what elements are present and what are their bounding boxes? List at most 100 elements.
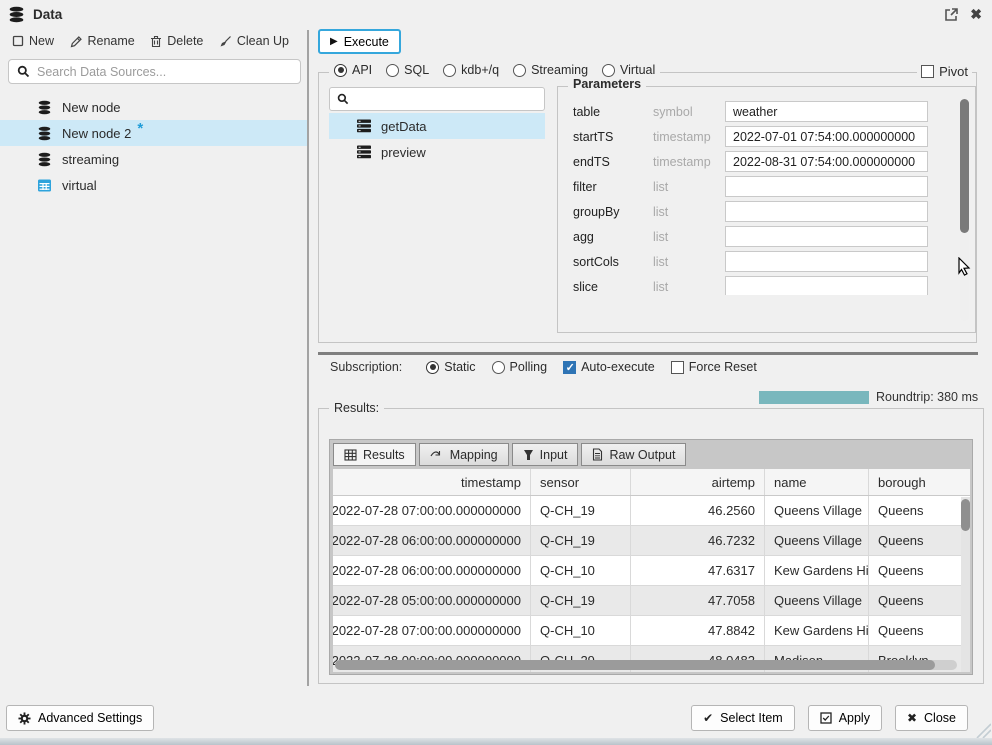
- function-label: preview: [381, 145, 426, 160]
- param-input-sortcols[interactable]: [725, 251, 928, 272]
- function-search-input[interactable]: [355, 92, 537, 107]
- tab-raw-output[interactable]: Raw Output: [581, 443, 686, 466]
- tree-item-streaming[interactable]: streaming: [0, 146, 307, 172]
- param-input-filter[interactable]: [725, 176, 928, 197]
- close-button[interactable]: ✖ Close: [895, 705, 968, 731]
- parameters-box: Parameters table symbol startTS timestam…: [557, 86, 976, 333]
- execute-button[interactable]: ▶ Execute: [318, 29, 401, 54]
- database-icon: [37, 100, 52, 115]
- source-type-virtual-radio[interactable]: Virtual: [602, 63, 655, 77]
- column-header-sensor[interactable]: sensor: [531, 469, 631, 495]
- roundtrip-label: Roundtrip: 380 ms: [876, 390, 978, 404]
- play-icon: ▶: [330, 36, 338, 47]
- table-cell: Q-CH_10: [531, 616, 631, 645]
- search-icon: [337, 93, 349, 105]
- param-input-agg[interactable]: [725, 226, 928, 247]
- search-icon: [17, 65, 30, 78]
- radio-label: API: [352, 63, 372, 77]
- function-search[interactable]: [329, 87, 545, 111]
- tree-item-virtual[interactable]: virtual: [0, 172, 307, 198]
- grid-horizontal-scrollbar[interactable]: [335, 660, 957, 670]
- param-name: table: [573, 105, 653, 119]
- popout-icon[interactable]: [944, 8, 958, 22]
- static-radio[interactable]: Static: [426, 360, 475, 374]
- param-name: endTS: [573, 155, 653, 169]
- clean-up-button[interactable]: Clean Up: [219, 34, 289, 48]
- function-label: getData: [381, 119, 427, 134]
- param-row: agg list: [558, 224, 975, 249]
- table-cell: Queens: [869, 586, 961, 615]
- funnel-icon: [523, 449, 534, 461]
- tree-item-label: New node: [62, 100, 121, 115]
- table-cell: 2022-07-28 06:00:00.000000000: [333, 556, 531, 585]
- apply-button[interactable]: Apply: [808, 705, 882, 731]
- table-row[interactable]: 2022-07-28 07:00:00.000000000 Q-CH_10 47…: [333, 616, 970, 646]
- param-input-table[interactable]: [725, 101, 928, 122]
- polling-radio[interactable]: Polling: [492, 360, 548, 374]
- database-icon: [8, 6, 25, 23]
- function-item-getdata[interactable]: getData: [329, 113, 545, 139]
- table-row[interactable]: 2022-07-28 05:00:00.000000000 Q-CH_19 47…: [333, 586, 970, 616]
- scrollbar-thumb[interactable]: [960, 99, 969, 233]
- scrollbar-thumb[interactable]: [335, 660, 935, 670]
- source-type-streaming-radio[interactable]: Streaming: [513, 63, 588, 77]
- data-sources-panel: New Rename Delete Clean Up New node New …: [0, 28, 307, 688]
- pencil-icon: [70, 35, 83, 48]
- tab-mapping[interactable]: Mapping: [419, 443, 509, 466]
- table-row[interactable]: 2022-07-28 06:00:00.000000000 Q-CH_19 46…: [333, 526, 970, 556]
- param-type: timestamp: [653, 155, 725, 169]
- data-source-search[interactable]: [8, 59, 301, 84]
- panel-splitter[interactable]: [307, 30, 309, 686]
- results-grid: timestamp sensor airtemp name borough 20…: [333, 469, 970, 672]
- radio-label: Polling: [510, 360, 548, 374]
- parameters-legend: Parameters: [568, 77, 646, 91]
- column-header-timestamp[interactable]: timestamp: [333, 469, 531, 495]
- table-row[interactable]: 2022-07-28 06:00:00.000000000 Q-CH_10 47…: [333, 556, 970, 586]
- param-type: list: [653, 280, 725, 294]
- check-icon: ✔: [703, 711, 713, 725]
- param-input-groupby[interactable]: [725, 201, 928, 222]
- tab-input[interactable]: Input: [512, 443, 579, 466]
- execute-label: Execute: [344, 35, 389, 49]
- tree-item-new-node-2[interactable]: New node 2 *: [0, 120, 307, 146]
- api-function-icon: [356, 145, 372, 159]
- table-row[interactable]: 2022-07-28 07:00:00.000000000 Q-CH_19 46…: [333, 496, 970, 526]
- param-name: sortCols: [573, 255, 653, 269]
- delete-button[interactable]: Delete: [150, 34, 203, 48]
- data-source-search-input[interactable]: [37, 65, 292, 79]
- tree-item-new-node[interactable]: New node: [0, 94, 307, 120]
- tab-results[interactable]: Results: [333, 443, 416, 466]
- auto-execute-checkbox[interactable]: Auto-execute: [563, 360, 655, 374]
- source-type-sql-radio[interactable]: SQL: [386, 63, 429, 77]
- radio-label: SQL: [404, 63, 429, 77]
- param-input-endts[interactable]: [725, 151, 928, 172]
- checkbox-icon: [921, 65, 934, 78]
- grid-header-row: timestamp sensor airtemp name borough: [333, 469, 970, 496]
- advanced-settings-button[interactable]: Advanced Settings: [6, 705, 154, 731]
- function-item-preview[interactable]: preview: [329, 139, 545, 165]
- tab-label: Raw Output: [609, 448, 675, 462]
- close-window-icon[interactable]: ✖: [970, 6, 982, 23]
- param-input-slice[interactable]: [725, 276, 928, 295]
- source-type-api-radio[interactable]: API: [334, 63, 372, 77]
- column-header-borough[interactable]: borough: [869, 469, 961, 495]
- pivot-checkbox[interactable]: Pivot: [921, 64, 968, 79]
- database-icon: [37, 152, 52, 167]
- param-input-startts[interactable]: [725, 126, 928, 147]
- force-reset-checkbox[interactable]: Force Reset: [671, 360, 757, 374]
- source-type-kdbq-radio[interactable]: kdb+/q: [443, 63, 499, 77]
- rename-button[interactable]: Rename: [70, 34, 135, 48]
- grid-vertical-scrollbar[interactable]: [961, 497, 970, 672]
- parameters-scrollbar[interactable]: [960, 99, 969, 321]
- resize-grip[interactable]: [975, 722, 991, 738]
- column-header-name[interactable]: name: [765, 469, 869, 495]
- new-button[interactable]: New: [12, 34, 54, 48]
- column-header-airtemp[interactable]: airtemp: [631, 469, 765, 495]
- editor-results-splitter[interactable]: [318, 352, 978, 355]
- title-bar: Data ✖: [0, 0, 992, 28]
- select-item-button[interactable]: ✔ Select Item: [691, 705, 795, 731]
- scrollbar-thumb[interactable]: [961, 499, 970, 531]
- tree-item-label: virtual: [62, 178, 97, 193]
- table-cell: 47.8842: [631, 616, 765, 645]
- radio-label: Streaming: [531, 63, 588, 77]
